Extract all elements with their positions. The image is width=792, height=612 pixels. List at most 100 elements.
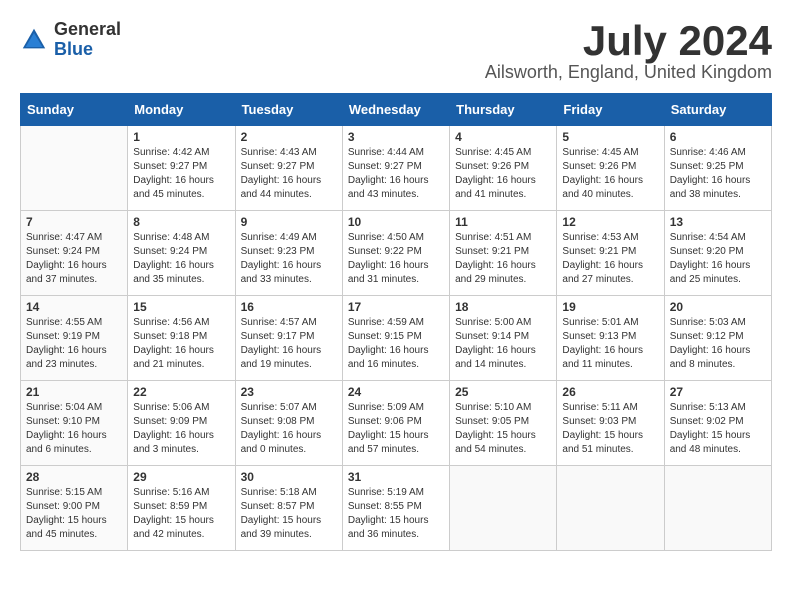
cell-info: Sunrise: 4:54 AM Sunset: 9:20 PM Dayligh… — [670, 231, 766, 287]
cell-info: Sunrise: 4:45 AM Sunset: 9:26 PM Dayligh… — [455, 146, 551, 202]
calendar-cell — [664, 466, 771, 551]
day-number: 1 — [133, 130, 229, 144]
day-number: 6 — [670, 130, 766, 144]
day-header-sunday: Sunday — [21, 94, 128, 126]
calendar-cell: 1 Sunrise: 4:42 AM Sunset: 9:27 PM Daylig… — [128, 126, 235, 211]
day-number: 17 — [348, 300, 444, 314]
cell-info: Sunrise: 4:47 AM Sunset: 9:24 PM Dayligh… — [26, 231, 122, 287]
calendar-cell: 26Sunrise: 5:11 AM Sunset: 9:03 PM Dayli… — [557, 381, 664, 466]
day-number: 13 — [670, 215, 766, 229]
calendar-cell: 28 Sunrise: 5:15 AM Sunset: 9:00 PM Dayli… — [21, 466, 128, 551]
week-row-3: 14 Sunrise: 4:55 AM Sunset: 9:19 PM Dayli… — [21, 296, 772, 381]
calendar-cell: 11 Sunrise: 4:51 AM Sunset: 9:21 PM Dayli… — [450, 211, 557, 296]
cell-info: Sunrise: 5:13 AM Sunset: 9:02 PM Dayligh… — [670, 401, 766, 457]
cell-info: Sunrise: 4:59 AM Sunset: 9:15 PM Dayligh… — [348, 316, 444, 372]
day-number: 2 — [241, 130, 337, 144]
logo-general: General — [54, 20, 121, 40]
calendar-cell — [21, 126, 128, 211]
day-number: 4 — [455, 130, 551, 144]
week-row-1: 1 Sunrise: 4:42 AM Sunset: 9:27 PM Daylig… — [21, 126, 772, 211]
logo-blue: Blue — [54, 40, 121, 60]
day-number: 25 — [455, 385, 551, 399]
week-row-4: 21 Sunrise: 5:04 AM Sunset: 9:10 PM Dayli… — [21, 381, 772, 466]
day-number: 8 — [133, 215, 229, 229]
calendar-cell: 16 Sunrise: 4:57 AM Sunset: 9:17 PM Dayli… — [235, 296, 342, 381]
week-row-5: 28 Sunrise: 5:15 AM Sunset: 9:00 PM Dayli… — [21, 466, 772, 551]
day-number: 14 — [26, 300, 122, 314]
calendar-cell: 4 Sunrise: 4:45 AM Sunset: 9:26 PM Daylig… — [450, 126, 557, 211]
day-number: 23 — [241, 385, 337, 399]
day-number: 16 — [241, 300, 337, 314]
day-header-saturday: Saturday — [664, 94, 771, 126]
logo-icon — [20, 26, 48, 54]
day-number: 27 — [670, 385, 766, 399]
day-headers-row: SundayMondayTuesdayWednesdayThursdayFrid… — [21, 94, 772, 126]
day-number: 18 — [455, 300, 551, 314]
cell-info: Sunrise: 5:11 AM Sunset: 9:03 PM Dayligh… — [562, 401, 658, 457]
calendar-cell: 6 Sunrise: 4:46 AM Sunset: 9:25 PM Daylig… — [664, 126, 771, 211]
calendar-cell: 25 Sunrise: 5:10 AM Sunset: 9:05 PM Dayli… — [450, 381, 557, 466]
day-header-thursday: Thursday — [450, 94, 557, 126]
calendar-cell: 3 Sunrise: 4:44 AM Sunset: 9:27 PM Daylig… — [342, 126, 449, 211]
calendar-cell: 18 Sunrise: 5:00 AM Sunset: 9:14 PM Dayli… — [450, 296, 557, 381]
calendar-cell: 23 Sunrise: 5:07 AM Sunset: 9:08 PM Dayli… — [235, 381, 342, 466]
cell-info: Sunrise: 4:45 AM Sunset: 9:26 PM Dayligh… — [562, 146, 658, 202]
calendar-cell: 21 Sunrise: 5:04 AM Sunset: 9:10 PM Dayli… — [21, 381, 128, 466]
cell-info: Sunrise: 4:55 AM Sunset: 9:19 PM Dayligh… — [26, 316, 122, 372]
calendar-table: SundayMondayTuesdayWednesdayThursdayFrid… — [20, 93, 772, 551]
cell-info: Sunrise: 5:07 AM Sunset: 9:08 PM Dayligh… — [241, 401, 337, 457]
cell-info: Sunrise: 4:44 AM Sunset: 9:27 PM Dayligh… — [348, 146, 444, 202]
cell-info: Sunrise: 4:43 AM Sunset: 9:27 PM Dayligh… — [241, 146, 337, 202]
calendar-cell: 12Sunrise: 4:53 AM Sunset: 9:21 PM Dayli… — [557, 211, 664, 296]
cell-info: Sunrise: 5:09 AM Sunset: 9:06 PM Dayligh… — [348, 401, 444, 457]
day-number: 3 — [348, 130, 444, 144]
day-number: 28 — [26, 470, 122, 484]
cell-info: Sunrise: 5:19 AM Sunset: 8:55 PM Dayligh… — [348, 486, 444, 542]
calendar-cell: 9Sunrise: 4:49 AM Sunset: 9:23 PM Daylig… — [235, 211, 342, 296]
day-number: 30 — [241, 470, 337, 484]
calendar-cell: 14 Sunrise: 4:55 AM Sunset: 9:19 PM Dayli… — [21, 296, 128, 381]
calendar-cell: 17 Sunrise: 4:59 AM Sunset: 9:15 PM Dayli… — [342, 296, 449, 381]
calendar-cell: 2 Sunrise: 4:43 AM Sunset: 9:27 PM Daylig… — [235, 126, 342, 211]
calendar-cell: 10Sunrise: 4:50 AM Sunset: 9:22 PM Dayli… — [342, 211, 449, 296]
cell-info: Sunrise: 5:10 AM Sunset: 9:05 PM Dayligh… — [455, 401, 551, 457]
logo-text: General Blue — [54, 20, 121, 60]
cell-info: Sunrise: 4:51 AM Sunset: 9:21 PM Dayligh… — [455, 231, 551, 287]
title-section: July 2024 Ailsworth, England, United Kin… — [485, 20, 772, 83]
cell-info: Sunrise: 4:49 AM Sunset: 9:23 PM Dayligh… — [241, 231, 337, 287]
cell-info: Sunrise: 5:15 AM Sunset: 9:00 PM Dayligh… — [26, 486, 122, 542]
calendar-cell: 5Sunrise: 4:45 AM Sunset: 9:26 PM Daylig… — [557, 126, 664, 211]
cell-info: Sunrise: 5:18 AM Sunset: 8:57 PM Dayligh… — [241, 486, 337, 542]
calendar-cell: 24 Sunrise: 5:09 AM Sunset: 9:06 PM Dayli… — [342, 381, 449, 466]
day-number: 21 — [26, 385, 122, 399]
day-header-tuesday: Tuesday — [235, 94, 342, 126]
cell-info: Sunrise: 4:46 AM Sunset: 9:25 PM Dayligh… — [670, 146, 766, 202]
day-number: 11 — [455, 215, 551, 229]
logo: General Blue — [20, 20, 121, 60]
day-number: 19 — [562, 300, 658, 314]
day-header-wednesday: Wednesday — [342, 94, 449, 126]
day-number: 24 — [348, 385, 444, 399]
month-year-title: July 2024 — [485, 20, 772, 62]
cell-info: Sunrise: 5:04 AM Sunset: 9:10 PM Dayligh… — [26, 401, 122, 457]
day-number: 29 — [133, 470, 229, 484]
day-number: 7 — [26, 215, 122, 229]
cell-info: Sunrise: 4:57 AM Sunset: 9:17 PM Dayligh… — [241, 316, 337, 372]
cell-info: Sunrise: 4:56 AM Sunset: 9:18 PM Dayligh… — [133, 316, 229, 372]
day-number: 15 — [133, 300, 229, 314]
calendar-cell: 29Sunrise: 5:16 AM Sunset: 8:59 PM Dayli… — [128, 466, 235, 551]
cell-info: Sunrise: 5:00 AM Sunset: 9:14 PM Dayligh… — [455, 316, 551, 372]
week-row-2: 7 Sunrise: 4:47 AM Sunset: 9:24 PM Daylig… — [21, 211, 772, 296]
cell-info: Sunrise: 4:50 AM Sunset: 9:22 PM Dayligh… — [348, 231, 444, 287]
calendar-cell: 19Sunrise: 5:01 AM Sunset: 9:13 PM Dayli… — [557, 296, 664, 381]
cell-info: Sunrise: 4:53 AM Sunset: 9:21 PM Dayligh… — [562, 231, 658, 287]
cell-info: Sunrise: 5:03 AM Sunset: 9:12 PM Dayligh… — [670, 316, 766, 372]
day-number: 20 — [670, 300, 766, 314]
cell-info: Sunrise: 4:48 AM Sunset: 9:24 PM Dayligh… — [133, 231, 229, 287]
calendar-cell: 8 Sunrise: 4:48 AM Sunset: 9:24 PM Daylig… — [128, 211, 235, 296]
calendar-cell — [557, 466, 664, 551]
calendar-cell: 15 Sunrise: 4:56 AM Sunset: 9:18 PM Dayli… — [128, 296, 235, 381]
cell-info: Sunrise: 4:42 AM Sunset: 9:27 PM Dayligh… — [133, 146, 229, 202]
day-header-monday: Monday — [128, 94, 235, 126]
calendar-cell: 22Sunrise: 5:06 AM Sunset: 9:09 PM Dayli… — [128, 381, 235, 466]
